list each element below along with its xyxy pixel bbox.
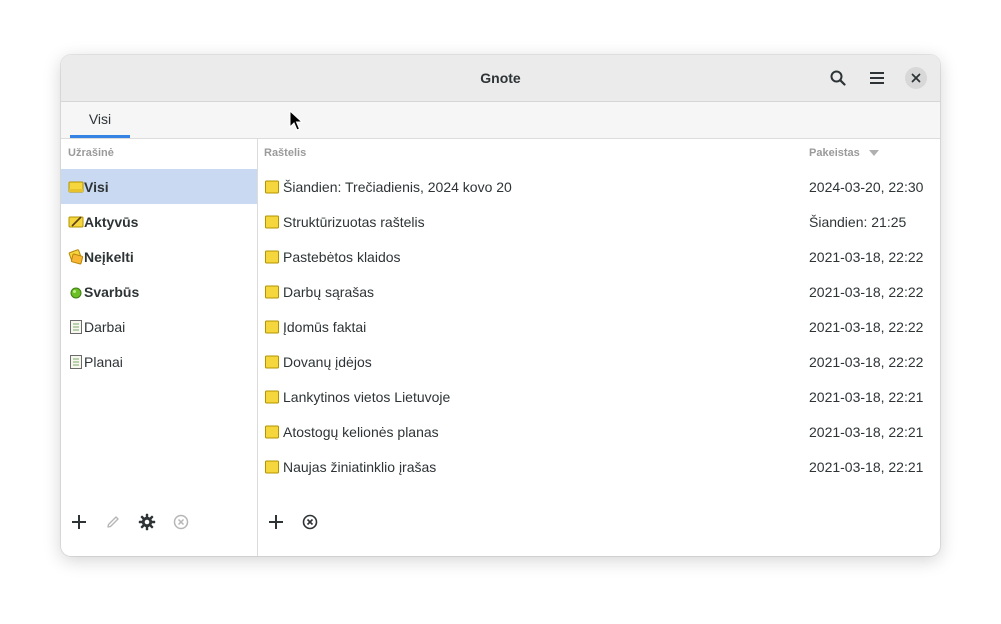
note-title: Pastebėtos klaidos	[283, 248, 401, 265]
column-header-modified[interactable]: Pakeistas	[809, 147, 880, 159]
close-button[interactable]	[905, 67, 927, 89]
edit-icon	[107, 516, 119, 528]
notes-list: Raštelis Pakeistas Šiandien: Trečiadieni…	[258, 139, 940, 556]
note-title: Įdomūs faktai	[283, 318, 367, 335]
note-row[interactable]: Dovanų įdėjos 2021-03-18, 22:22	[258, 344, 940, 379]
note-title: Darbų sąrašas	[283, 283, 375, 300]
notebook-icon	[70, 354, 82, 369]
delete-icon	[302, 514, 318, 530]
note-row[interactable]: Šiandien: Trečiadienis, 2024 kovo 20 202…	[258, 169, 940, 204]
note-row[interactable]: Darbų sąrašas 2021-03-18, 22:22	[258, 274, 940, 309]
note-row[interactable]: Lankytinos vietos Lietuvoje 2021-03-18, …	[258, 379, 940, 414]
delete-note-button[interactable]	[298, 510, 322, 534]
new-note-button[interactable]	[264, 510, 288, 534]
unfiled-notes-icon	[68, 248, 84, 264]
gnote-window: Gnote Visi Užrašinė Visi Aktyvūs Neįkelt…	[61, 55, 940, 556]
note-icon	[265, 180, 279, 193]
note-icon	[265, 215, 279, 228]
tab-bar: Visi	[61, 102, 940, 139]
delete-icon	[173, 514, 189, 530]
note-modified: 2021-03-18, 22:22	[809, 318, 924, 335]
note-row[interactable]: Atostogų kelionės planas 2021-03-18, 22:…	[258, 414, 940, 449]
active-notes-icon	[68, 215, 84, 227]
note-title: Lankytinos vietos Lietuvoje	[283, 388, 451, 405]
note-icon	[265, 460, 279, 473]
all-notes-icon	[68, 181, 84, 192]
tab-label: Visi	[88, 111, 112, 127]
sort-descending-icon	[868, 150, 879, 156]
close-icon	[911, 73, 921, 83]
delete-notebook-button[interactable]	[169, 510, 193, 534]
note-row[interactable]: Pastebėtos klaidos 2021-03-18, 22:22	[258, 239, 940, 274]
mouse-cursor-icon	[289, 110, 303, 131]
sidebar-item-planai[interactable]: Planai	[61, 344, 257, 379]
sidebar-item-neikelti[interactable]: Neįkelti	[61, 239, 257, 274]
note-row[interactable]: Naujas žiniatinklio įrašas 2021-03-18, 2…	[258, 449, 940, 484]
note-icon	[265, 390, 279, 403]
sidebar-item-label: Svarbūs	[84, 283, 140, 300]
window-title: Gnote	[480, 70, 521, 86]
note-icon	[265, 285, 279, 298]
note-modified: 2021-03-18, 22:22	[809, 283, 924, 300]
sidebar-item-label: Darbai	[84, 318, 126, 335]
notebook-settings-button[interactable]	[135, 510, 159, 534]
note-icon	[265, 355, 279, 368]
note-row[interactable]: Įdomūs faktai 2021-03-18, 22:22	[258, 309, 940, 344]
note-row[interactable]: Struktūrizuotas raštelis Šiandien: 21:25	[258, 204, 940, 239]
note-title: Dovanų įdėjos	[283, 353, 372, 370]
note-icon	[265, 425, 279, 438]
main-menu-button[interactable]	[865, 66, 889, 90]
column-header-modified-label: Pakeistas	[809, 147, 860, 159]
add-icon	[72, 515, 86, 529]
sidebar-item-visi[interactable]: Visi	[61, 169, 257, 204]
settings-icon	[138, 513, 156, 531]
search-button[interactable]	[826, 66, 850, 90]
hamburger-menu-icon	[870, 72, 884, 84]
note-modified: 2021-03-18, 22:22	[809, 353, 924, 370]
note-icon	[265, 320, 279, 333]
note-modified: 2021-03-18, 22:21	[809, 388, 924, 405]
sidebar-item-svarbus[interactable]: Svarbūs	[61, 274, 257, 309]
note-title: Atostogų kelionės planas	[283, 423, 439, 440]
rename-notebook-button[interactable]	[101, 510, 125, 534]
tab-active-indicator	[70, 135, 130, 138]
note-title: Naujas žiniatinklio įrašas	[283, 458, 437, 475]
note-title: Šiandien: Trečiadienis, 2024 kovo 20	[283, 178, 512, 195]
sidebar-item-label: Neįkelti	[84, 248, 134, 265]
sidebar-item-label: Aktyvūs	[84, 213, 139, 230]
note-modified: 2021-03-18, 22:22	[809, 248, 924, 265]
sidebar-item-aktyvus[interactable]: Aktyvūs	[61, 204, 257, 239]
note-modified: 2021-03-18, 22:21	[809, 458, 924, 475]
new-notebook-button[interactable]	[67, 510, 91, 534]
note-modified: Šiandien: 21:25	[809, 213, 907, 230]
tab-visi[interactable]: Visi	[70, 102, 130, 138]
notebook-sidebar: Užrašinė Visi Aktyvūs Neįkelti Svarbūs D…	[61, 139, 258, 556]
note-title: Struktūrizuotas raštelis	[283, 213, 425, 230]
important-icon	[70, 287, 82, 298]
sidebar-item-darbai[interactable]: Darbai	[61, 309, 257, 344]
search-icon	[830, 70, 846, 86]
sidebar-item-label: Planai	[84, 353, 123, 370]
sidebar-column-header[interactable]: Užrašinė	[68, 147, 114, 159]
sidebar-item-label: Visi	[84, 178, 109, 195]
note-icon	[265, 250, 279, 263]
add-icon	[269, 515, 283, 529]
note-modified: 2021-03-18, 22:21	[809, 423, 924, 440]
notebook-icon	[70, 319, 82, 334]
column-header-name[interactable]: Raštelis	[264, 147, 306, 159]
headerbar: Gnote	[61, 55, 940, 102]
note-modified: 2024-03-20, 22:30	[809, 178, 924, 195]
